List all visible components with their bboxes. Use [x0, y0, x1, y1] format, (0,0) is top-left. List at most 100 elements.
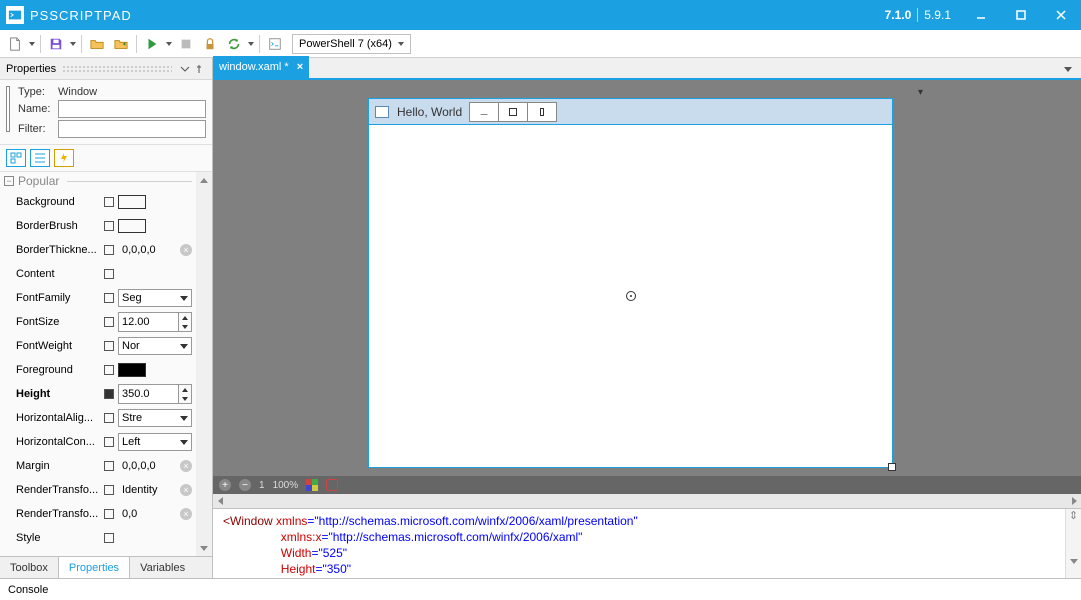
property-marker[interactable] [104, 533, 114, 543]
center-handle-icon[interactable] [626, 291, 636, 301]
property-value[interactable]: Seg [118, 289, 192, 307]
property-marker[interactable] [104, 245, 114, 255]
design-close-button[interactable] [527, 102, 557, 122]
property-name: BorderBrush [16, 220, 100, 232]
design-maximize-button[interactable] [498, 102, 528, 122]
export-button[interactable] [110, 33, 132, 55]
property-value[interactable] [118, 363, 192, 377]
property-marker[interactable] [104, 317, 114, 327]
property-row: Foreground [0, 358, 196, 382]
close-button[interactable] [1041, 0, 1081, 30]
property-row: RenderTransfo...0,0× [0, 502, 196, 526]
categorized-view-button[interactable] [6, 149, 26, 167]
property-value[interactable]: Nor [118, 337, 192, 355]
scroll-up[interactable] [196, 172, 212, 188]
snap-toggle-icon[interactable] [326, 479, 338, 491]
hscroll-left[interactable] [213, 494, 227, 508]
property-name: BorderThickne... [16, 244, 100, 256]
refresh-button[interactable] [223, 33, 245, 55]
property-name: Margin [16, 460, 100, 472]
property-marker[interactable] [104, 269, 114, 279]
design-minimize-button[interactable]: _ [469, 102, 499, 122]
group-header[interactable]: −Popular [0, 172, 196, 190]
property-grid[interactable]: −PopularBackgroundBorderBrushBorderThick… [0, 172, 196, 556]
powershell-selector[interactable]: PowerShell 7 (x64) [292, 34, 411, 54]
filter-input[interactable] [58, 120, 206, 138]
resize-handle[interactable] [888, 463, 896, 471]
code-scroll-down[interactable] [1070, 564, 1078, 578]
property-name: RenderTransfo... [16, 484, 100, 496]
designer-hscrollbar[interactable] [213, 494, 1081, 508]
alphabetical-view-button[interactable] [30, 149, 50, 167]
new-file-button[interactable] [4, 33, 26, 55]
reset-button[interactable]: × [180, 508, 192, 520]
panel-tab-toolbox[interactable]: Toolbox [0, 557, 58, 578]
property-name: FontFamily [16, 292, 100, 304]
panel-menu-dropdown[interactable] [178, 62, 192, 76]
app-title: PSSCRIPTPAD [30, 8, 132, 23]
close-tab-icon[interactable]: × [297, 61, 303, 73]
property-value[interactable]: Stre [118, 409, 192, 427]
name-input[interactable] [58, 100, 206, 118]
pin-icon[interactable] [192, 62, 206, 76]
events-button[interactable] [54, 149, 74, 167]
property-scrollbar[interactable] [196, 172, 212, 556]
lock-icon[interactable] [199, 33, 221, 55]
property-row: BorderThickne... 0,0,0,0 × [0, 238, 196, 262]
grid-toggle-icon[interactable] [306, 479, 318, 491]
property-value[interactable]: 0,0 [118, 505, 174, 523]
maximize-button[interactable] [1001, 0, 1041, 30]
property-marker[interactable] [104, 485, 114, 495]
code-editor[interactable]: <Window xmlns="http://schemas.microsoft.… [213, 508, 1081, 578]
reset-button[interactable]: × [180, 484, 192, 496]
open-folder-button[interactable] [86, 33, 108, 55]
selection-info: Type:Window Name: Filter: [0, 80, 212, 145]
property-marker[interactable] [104, 293, 114, 303]
refresh-dropdown[interactable] [247, 33, 255, 55]
panel-tab-variables[interactable]: Variables [130, 557, 195, 578]
property-value[interactable]: 12.00 [118, 312, 192, 332]
property-marker[interactable] [104, 341, 114, 351]
zoom-in-button[interactable]: + [219, 479, 231, 491]
ruler-marker [918, 84, 923, 98]
properties-panel: Properties Type:Window Name: Filter: −Po… [0, 58, 213, 578]
name-label: Name: [18, 103, 54, 115]
property-marker[interactable] [104, 509, 114, 519]
designer-surface[interactable]: Hello, World _ [213, 80, 1081, 476]
save-button[interactable] [45, 33, 67, 55]
new-file-dropdown[interactable] [28, 33, 36, 55]
property-marker[interactable] [104, 413, 114, 423]
property-value[interactable] [118, 195, 192, 209]
property-name: FontWeight [16, 340, 100, 352]
reset-button[interactable]: × [180, 244, 192, 256]
property-value[interactable]: Left [118, 433, 192, 451]
design-canvas[interactable]: Hello, World _ [368, 98, 893, 468]
document-tab[interactable]: window.xaml * × [213, 56, 309, 78]
property-marker[interactable] [104, 221, 114, 231]
save-dropdown[interactable] [69, 33, 77, 55]
property-value[interactable]: 350.0 [118, 384, 192, 404]
collapse-code-button[interactable]: ⇕ [1069, 509, 1078, 522]
tabs-overflow-button[interactable] [1059, 60, 1077, 78]
property-value[interactable]: 0,0,0,0 [118, 241, 174, 259]
console-tab[interactable]: Console [0, 578, 1081, 600]
property-value[interactable]: Identity [118, 481, 174, 499]
property-marker[interactable] [104, 389, 114, 399]
stop-button[interactable] [175, 33, 197, 55]
scroll-down[interactable] [196, 540, 212, 556]
property-marker[interactable] [104, 365, 114, 375]
property-value[interactable]: 0,0,0,0 [118, 457, 174, 475]
minimize-button[interactable] [961, 0, 1001, 30]
run-dropdown[interactable] [165, 33, 173, 55]
zoom-out-button[interactable]: − [239, 479, 251, 491]
property-marker[interactable] [104, 437, 114, 447]
property-marker[interactable] [104, 461, 114, 471]
script-icon[interactable] [264, 33, 286, 55]
property-marker[interactable] [104, 197, 114, 207]
hscroll-right[interactable] [1067, 494, 1081, 508]
run-button[interactable] [141, 33, 163, 55]
reset-button[interactable]: × [180, 460, 192, 472]
panel-tab-properties[interactable]: Properties [58, 557, 130, 578]
property-value[interactable] [118, 219, 192, 233]
property-row: FontWeight Nor [0, 334, 196, 358]
